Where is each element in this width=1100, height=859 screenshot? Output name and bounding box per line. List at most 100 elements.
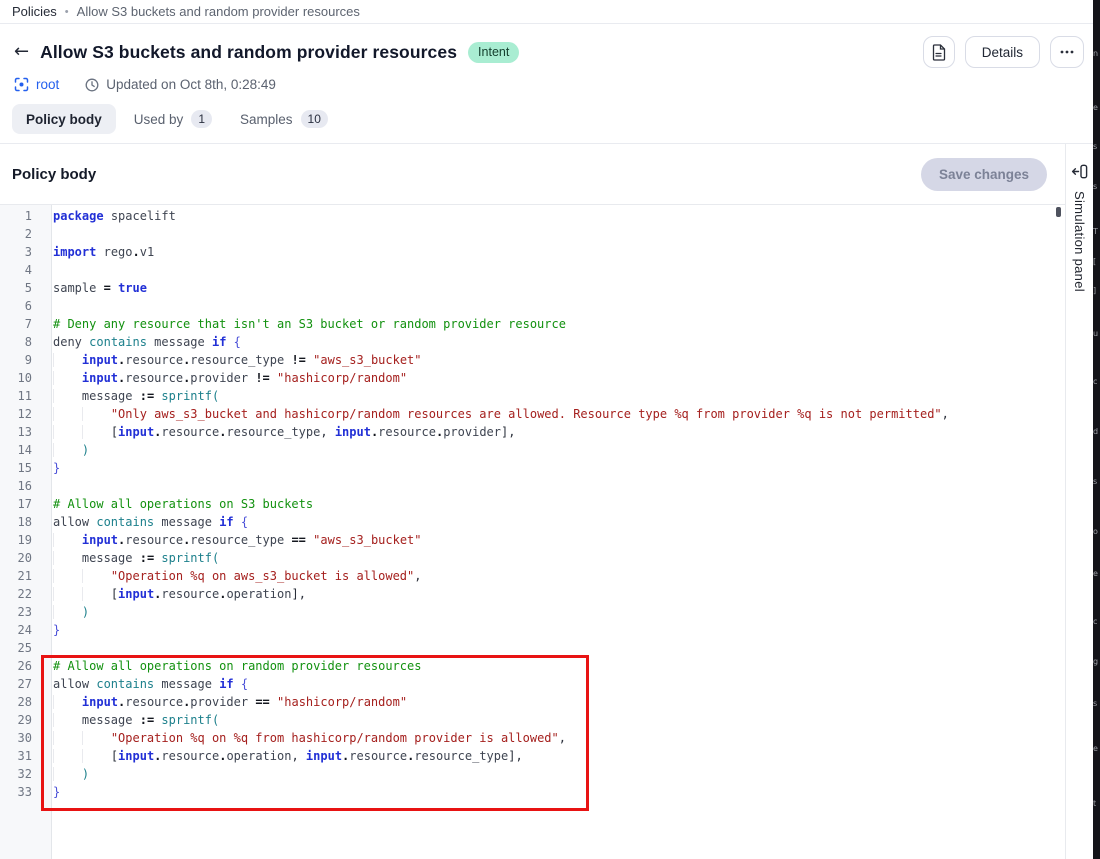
breadcrumb-policies-link[interactable]: Policies — [12, 4, 57, 19]
edge-text-fragment: s — [1093, 478, 1097, 486]
code-line[interactable]: 18allow contains message if { — [0, 513, 1065, 531]
code-line[interactable]: 13 [input.resource.resource_type, input.… — [0, 423, 1065, 441]
code-line[interactable]: 21 "Operation %q on aws_s3_bucket is all… — [0, 567, 1065, 585]
code-line[interactable]: 2 — [0, 225, 1065, 243]
code-line-text[interactable]: input.resource.provider == "hashicorp/ra… — [52, 693, 407, 711]
space-link-root[interactable]: root — [36, 77, 59, 92]
code-line-text[interactable] — [52, 639, 53, 657]
code-line-text[interactable]: "Operation %q on aws_s3_bucket is allowe… — [52, 567, 421, 585]
code-line[interactable]: 31 [input.resource.operation, input.reso… — [0, 747, 1065, 765]
code-line[interactable]: 30 "Operation %q on %q from hashicorp/ra… — [0, 729, 1065, 747]
details-button[interactable]: Details — [965, 36, 1040, 68]
line-number: 1 — [0, 207, 52, 225]
open-panel-icon — [1071, 164, 1088, 179]
code-line-text[interactable]: [input.resource.operation], — [52, 585, 306, 603]
code-line[interactable]: 3import rego.v1 — [0, 243, 1065, 261]
code-line-text[interactable]: allow contains message if { — [52, 675, 248, 693]
code-line-text[interactable]: message := sprintf( — [52, 711, 219, 729]
line-number: 13 — [0, 423, 52, 441]
tab-samples[interactable]: Samples 10 — [230, 104, 338, 134]
line-number: 25 — [0, 639, 52, 657]
code-line-text[interactable]: message := sprintf( — [52, 549, 219, 567]
code-line[interactable]: 6 — [0, 297, 1065, 315]
back-arrow-icon[interactable]: ← — [14, 43, 29, 61]
code-editor[interactable]: 1package spacelift23import rego.v145samp… — [0, 204, 1065, 859]
tab-used-by[interactable]: Used by 1 — [124, 104, 222, 134]
code-line-text[interactable]: allow contains message if { — [52, 513, 248, 531]
code-line-text[interactable]: sample = true — [52, 279, 147, 297]
edge-text-fragment: e — [1093, 104, 1098, 112]
line-number: 18 — [0, 513, 52, 531]
code-line-text[interactable]: input.resource.resource_type == "aws_s3_… — [52, 531, 422, 549]
code-line-text[interactable]: ) — [52, 441, 89, 459]
code-line[interactable]: 17# Allow all operations on S3 buckets — [0, 495, 1065, 513]
code-line[interactable]: 28 input.resource.provider == "hashicorp… — [0, 693, 1065, 711]
code-line-text[interactable]: # Deny any resource that isn't an S3 buc… — [52, 315, 566, 333]
code-line[interactable]: 12 "Only aws_s3_bucket and hashicorp/ran… — [0, 405, 1065, 423]
code-lines: 1package spacelift23import rego.v145samp… — [0, 205, 1065, 801]
line-number: 17 — [0, 495, 52, 513]
intent-type-badge: Intent — [468, 42, 519, 63]
code-line-text[interactable]: "Operation %q on %q from hashicorp/rando… — [52, 729, 566, 747]
editor-scrollbar-thumb[interactable] — [1056, 207, 1061, 217]
code-line[interactable]: 8deny contains message if { — [0, 333, 1065, 351]
code-line-text[interactable]: } — [52, 621, 60, 639]
code-line-text[interactable]: [input.resource.operation, input.resourc… — [52, 747, 523, 765]
code-line-text[interactable]: message := sprintf( — [52, 387, 219, 405]
code-line-text[interactable]: "Only aws_s3_bucket and hashicorp/random… — [52, 405, 949, 423]
policy-body-copy-button[interactable] — [923, 36, 955, 68]
line-number: 22 — [0, 585, 52, 603]
code-line-text[interactable] — [52, 261, 53, 279]
code-line-text[interactable] — [52, 477, 53, 495]
edge-text-fragment: s — [1093, 700, 1097, 708]
code-line[interactable]: 27allow contains message if { — [0, 675, 1065, 693]
code-line[interactable]: 20 message := sprintf( — [0, 549, 1065, 567]
code-line[interactable]: 5sample = true — [0, 279, 1065, 297]
code-line[interactable]: 7# Deny any resource that isn't an S3 bu… — [0, 315, 1065, 333]
code-line-text[interactable]: input.resource.provider != "hashicorp/ra… — [52, 369, 407, 387]
line-number: 33 — [0, 783, 52, 801]
code-line[interactable]: 19 input.resource.resource_type == "aws_… — [0, 531, 1065, 549]
code-line[interactable]: 24} — [0, 621, 1065, 639]
code-line[interactable]: 16 — [0, 477, 1065, 495]
code-line-text[interactable]: ) — [52, 765, 89, 783]
code-line[interactable]: 26# Allow all operations on random provi… — [0, 657, 1065, 675]
code-line-text[interactable]: [input.resource.resource_type, input.res… — [52, 423, 515, 441]
code-line-text[interactable]: # Allow all operations on random provide… — [52, 657, 421, 675]
edge-text-fragment: u — [1093, 330, 1098, 338]
space-scan-icon — [14, 77, 29, 92]
code-line[interactable]: 14 ) — [0, 441, 1065, 459]
line-number: 30 — [0, 729, 52, 747]
edge-text-fragment: c — [1093, 618, 1097, 626]
code-line-text[interactable]: deny contains message if { — [52, 333, 241, 351]
simulation-panel-toggle[interactable]: Simulation panel — [1066, 144, 1093, 859]
more-actions-button[interactable] — [1050, 36, 1084, 68]
code-line-text[interactable]: # Allow all operations on S3 buckets — [52, 495, 313, 513]
code-line-text[interactable]: ) — [52, 603, 89, 621]
code-line-text[interactable] — [52, 297, 53, 315]
code-line[interactable]: 25 — [0, 639, 1065, 657]
code-line-text[interactable] — [52, 225, 53, 243]
code-line-text[interactable]: } — [52, 783, 60, 801]
code-line[interactable]: 9 input.resource.resource_type != "aws_s… — [0, 351, 1065, 369]
code-line[interactable]: 22 [input.resource.operation], — [0, 585, 1065, 603]
line-number: 23 — [0, 603, 52, 621]
save-changes-button[interactable]: Save changes — [921, 158, 1047, 191]
line-number: 3 — [0, 243, 52, 261]
code-line[interactable]: 33} — [0, 783, 1065, 801]
clock-icon — [85, 78, 99, 92]
code-line[interactable]: 23 ) — [0, 603, 1065, 621]
code-line[interactable]: 11 message := sprintf( — [0, 387, 1065, 405]
code-line[interactable]: 32 ) — [0, 765, 1065, 783]
code-line[interactable]: 15} — [0, 459, 1065, 477]
code-line-text[interactable]: package spacelift — [52, 207, 176, 225]
code-line[interactable]: 4 — [0, 261, 1065, 279]
code-line-text[interactable]: } — [52, 459, 60, 477]
code-line-text[interactable]: input.resource.resource_type != "aws_s3_… — [52, 351, 422, 369]
page-header: ← Allow S3 buckets and random provider r… — [0, 24, 1100, 68]
tab-policy-body[interactable]: Policy body — [12, 104, 116, 134]
code-line-text[interactable]: import rego.v1 — [52, 243, 154, 261]
code-line[interactable]: 29 message := sprintf( — [0, 711, 1065, 729]
code-line[interactable]: 10 input.resource.provider != "hashicorp… — [0, 369, 1065, 387]
code-line[interactable]: 1package spacelift — [0, 207, 1065, 225]
